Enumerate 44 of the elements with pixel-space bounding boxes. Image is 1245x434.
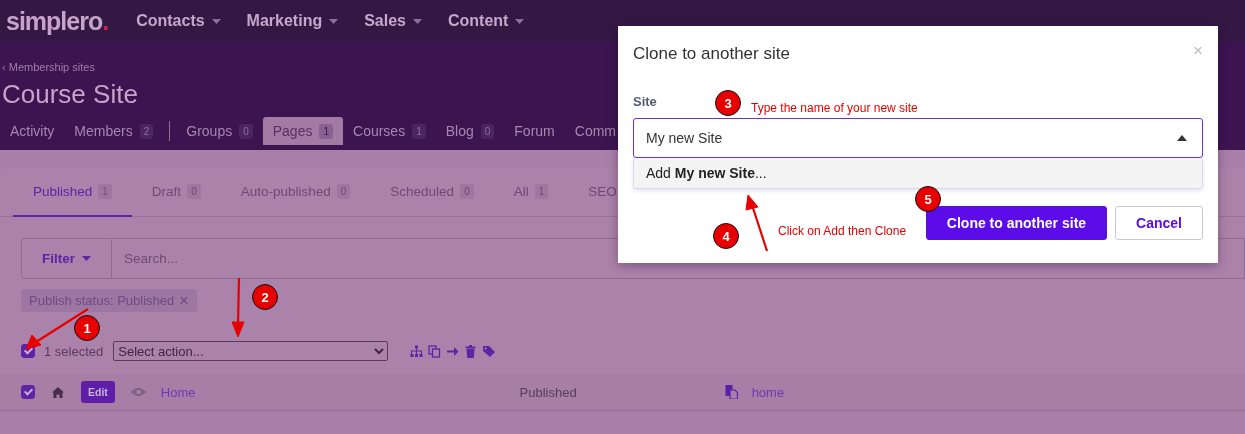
- arrow-right-icon[interactable]: [446, 344, 460, 358]
- action-select[interactable]: Select action...: [113, 341, 389, 361]
- field-label: Site: [633, 94, 657, 109]
- eye-icon[interactable]: [130, 387, 146, 397]
- caret-icon: [413, 18, 422, 24]
- logo[interactable]: simplero.: [6, 6, 109, 36]
- tags-icon[interactable]: [482, 344, 498, 358]
- tab[interactable]: Activity: [0, 117, 65, 145]
- tab[interactable]: Groups 0: [176, 117, 263, 145]
- caret-icon: [82, 256, 91, 261]
- tab[interactable]: Blog 0: [435, 117, 505, 145]
- caret-icon: [329, 18, 339, 24]
- breadcrumb-link[interactable]: ‹ Membership sites: [2, 61, 95, 73]
- nav-menu[interactable]: Content: [448, 12, 525, 30]
- copy-icon[interactable]: [428, 344, 442, 358]
- checkbox[interactable]: [21, 385, 35, 399]
- page-title: Course Site: [2, 79, 138, 111]
- clone-button[interactable]: Clone to another site: [925, 206, 1108, 240]
- annotation-note: Click on Add then Clone: [778, 224, 907, 238]
- edit-button[interactable]: Edit: [81, 381, 115, 403]
- nav-menu[interactable]: Marketing: [246, 12, 339, 30]
- cancel-button[interactable]: Cancel: [1115, 206, 1203, 240]
- arrow: [231, 278, 245, 338]
- site-field[interactable]: My new Site: [633, 118, 1203, 158]
- tab[interactable]: Forum: [504, 117, 565, 145]
- dropdown-option[interactable]: Add My new Site...: [634, 158, 1202, 188]
- sitemap-icon[interactable]: [410, 344, 424, 358]
- arrow: [743, 194, 771, 253]
- tab[interactable]: Courses 1: [343, 117, 436, 145]
- file-icon: [724, 385, 738, 399]
- tab[interactable]: Members 2: [64, 117, 164, 145]
- tab[interactable]: Pages 1: [262, 117, 343, 145]
- caret-icon: [515, 18, 525, 24]
- status-text: Published: [519, 384, 577, 400]
- filter-button[interactable]: Filter: [21, 238, 112, 279]
- nav-menu[interactable]: Sales: [364, 12, 422, 30]
- selection-count: 1 selected: [44, 343, 104, 359]
- dialog-title: Clone to another site: [633, 44, 790, 64]
- trash-icon[interactable]: [464, 344, 478, 358]
- annotation-note: Type the name of your new site: [751, 101, 918, 115]
- home-icon: [52, 386, 64, 398]
- caret-icon: [211, 18, 221, 24]
- nav-menu[interactable]: Contacts: [136, 12, 221, 30]
- caret-up-icon[interactable]: [1177, 135, 1187, 141]
